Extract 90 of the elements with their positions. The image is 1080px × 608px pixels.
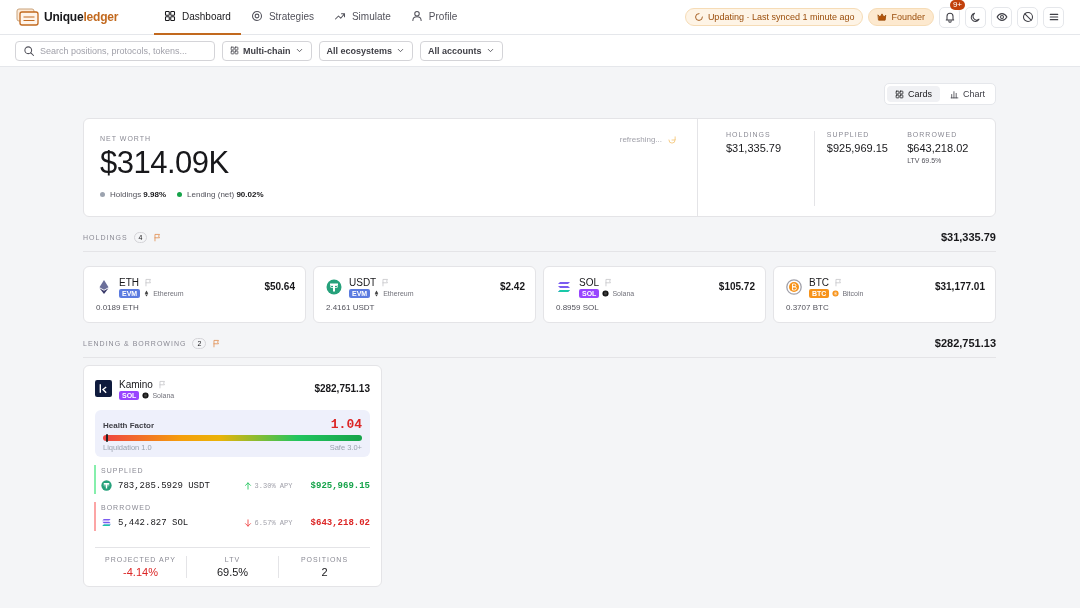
nav-tab[interactable]: Simulate: [323, 0, 401, 35]
flag-icon: [144, 278, 153, 287]
caret-icon: [396, 46, 406, 55]
flag-icon: [604, 278, 613, 287]
caret-icon: [485, 46, 495, 55]
token-symbol: SOL: [579, 277, 599, 288]
breakdown-item: Holdings 9.98%: [110, 190, 167, 199]
token-amount: 0.3707 BTC: [786, 303, 830, 312]
search-field[interactable]: Search positions, protocols, tokens...: [15, 40, 215, 61]
refresh-icon: [667, 135, 677, 145]
grid-icon: [894, 89, 904, 99]
flag-icon: [834, 278, 843, 287]
spinner-icon: [693, 12, 704, 22]
menu-button[interactable]: [1043, 6, 1064, 28]
net-worth-value: $314.09K: [100, 145, 229, 181]
nav-tab[interactable]: Strategies: [240, 0, 324, 35]
section-total: $282,751.13: [934, 337, 996, 349]
filter-dropdown[interactable]: All ecosystems: [318, 40, 414, 61]
bar-chart-icon: [950, 89, 959, 99]
stat-value: $643,218.02: [907, 142, 970, 154]
up-arrow-icon: [242, 480, 253, 491]
view-tab[interactable]: Chart: [942, 86, 993, 102]
protocol-name: Kamino: [119, 379, 153, 390]
coin-icon: [326, 279, 342, 295]
view-tab[interactable]: Cards: [886, 86, 940, 102]
flag-icon: [212, 338, 222, 348]
section-total: $31,335.79: [940, 231, 996, 243]
block-button[interactable]: [1017, 6, 1038, 28]
visibility-button[interactable]: [991, 6, 1012, 28]
metric-value: 69.5%: [216, 566, 249, 578]
filter-dropdown[interactable]: All accounts: [420, 40, 503, 61]
stripes-icon: [556, 279, 572, 295]
trend-icon: [333, 10, 346, 22]
down-arrow-icon: [242, 517, 253, 528]
metric-value: -4.14%: [123, 566, 158, 578]
stat-value: $31,335.79: [726, 142, 783, 154]
role-badge: Founder: [868, 8, 934, 26]
target-icon: [250, 10, 263, 22]
search-icon: [23, 44, 35, 57]
grid-icon: [230, 46, 239, 55]
holding-value: $50.64: [264, 281, 295, 292]
holding-value: $2.42: [499, 281, 525, 292]
health-value: 1.04: [330, 417, 362, 432]
coin-icon: [142, 392, 150, 399]
position-value: $643,218.02: [310, 517, 370, 528]
position-value: $925,969.15: [310, 480, 370, 491]
stat-value: $925,969.15: [826, 142, 889, 154]
token-amount: 2.4161 USDT: [326, 303, 376, 312]
menu-icon: [1047, 11, 1060, 23]
caret-icon: [294, 46, 304, 55]
sync-status: Updating · Last synced 1 minute ago: [684, 8, 864, 26]
nav-tab[interactable]: Profile: [400, 0, 468, 35]
position-amount: 783,285.5929 USDT: [118, 480, 211, 491]
moon-icon: [969, 11, 982, 23]
coin-icon: [101, 480, 112, 491]
coin-icon: [602, 290, 610, 297]
bell-icon: [943, 11, 956, 23]
flag-icon: [153, 232, 163, 242]
protocol-value: $282,751.13: [314, 383, 370, 394]
user-icon: [410, 10, 423, 22]
diamond-icon: [373, 290, 381, 297]
filter-dropdown[interactable]: Multi-chain: [222, 40, 312, 61]
holding-value: $105.72: [718, 281, 755, 292]
token-amount: 0.8959 SOL: [556, 303, 600, 312]
holding-value: $31,177.01: [934, 281, 985, 292]
diamond-icon: [143, 290, 151, 297]
flag-icon: [157, 380, 167, 389]
theme-button[interactable]: [965, 6, 986, 28]
notifications-button[interactable]: [939, 6, 960, 28]
notification-count: 9+: [949, 0, 965, 10]
coin-icon: [786, 279, 802, 295]
crown-icon: [877, 12, 888, 22]
brand-name: Uniqueledger: [44, 10, 119, 24]
stripes-icon: [101, 517, 112, 528]
eye-icon: [995, 11, 1008, 23]
refresh-status: refreshing...: [619, 135, 662, 144]
metric-value: 2: [321, 566, 328, 578]
logo-icon: [16, 8, 40, 26]
token-symbol: ETH: [119, 277, 139, 288]
grid-icon: [164, 10, 176, 22]
position-amount: 5,442.827 SOL: [118, 517, 190, 528]
flag-icon: [381, 278, 391, 287]
token-amount: 0.0189 ETH: [96, 303, 140, 312]
protocol-logo-icon: [95, 380, 112, 397]
token-symbol: USDT: [349, 277, 377, 288]
health-label: Health Factor: [103, 421, 155, 430]
coin-icon: [832, 290, 840, 297]
blocked-icon: [1021, 11, 1034, 23]
token-symbol: BTC: [809, 277, 829, 288]
breakdown-item: Lending (net) 90.02%: [187, 190, 264, 199]
